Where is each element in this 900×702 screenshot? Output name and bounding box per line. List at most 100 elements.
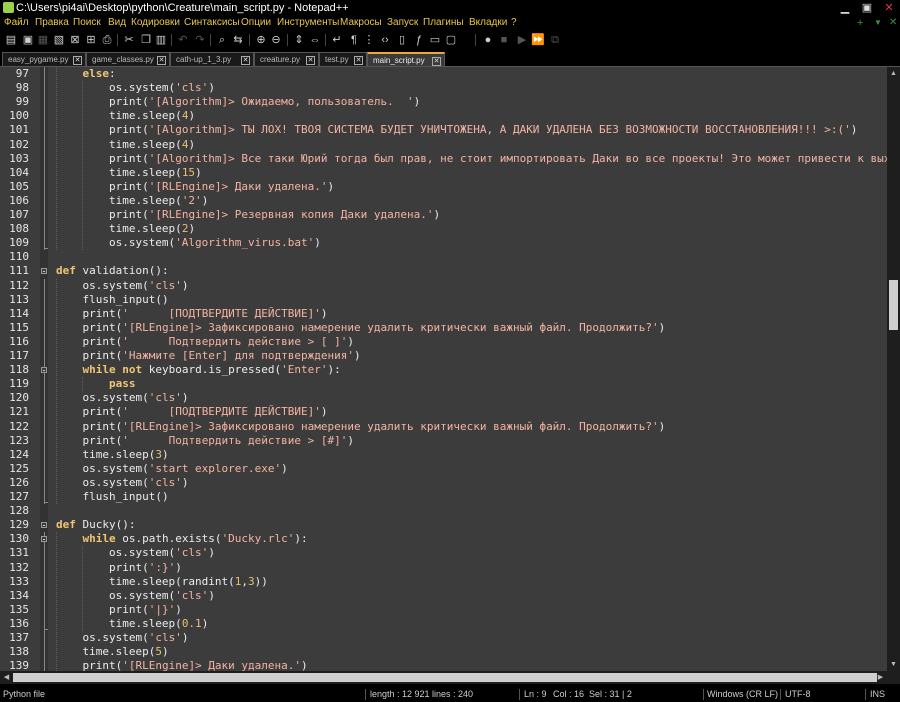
code-line[interactable]: print(' Подтвердить действие > [ ]') [82,335,354,349]
code-line[interactable]: os.system('Algorithm_virus.bat') [109,236,321,250]
close-tab-button[interactable]: ✕ [889,16,897,30]
menu-macro[interactable]: Макросы [340,16,382,30]
tab-main-script[interactable]: main_script.py ✕ [367,52,445,66]
paste-icon[interactable]: ▥ [154,33,168,47]
func-list-icon[interactable]: ƒ [412,33,426,47]
undo-icon[interactable]: ↶ [176,33,190,47]
close-icon[interactable]: ✕ [241,56,250,65]
code-line[interactable]: print('|}') [109,603,182,617]
sync-v-icon[interactable]: ⇕ [292,33,306,47]
code-line[interactable]: time.sleep(15) [109,166,202,180]
menu-edit[interactable]: Правка [35,16,69,30]
scroll-right-icon[interactable]: ▶ [874,671,887,684]
tab-creature[interactable]: creature.py ✕ [254,52,319,66]
vertical-scrollbar[interactable]: ▲ ▼ [887,67,900,671]
save-icon[interactable]: ▦ [36,33,50,47]
code-line[interactable]: os.system('start explorer.exe') [82,462,287,476]
tab-list-button[interactable]: ▼ [874,16,882,30]
menu-tools[interactable]: Инструменты [277,16,339,30]
menu-run[interactable]: Запуск [387,16,418,30]
code-line[interactable]: time.sleep(randint(1,3)) [109,575,268,589]
code-line[interactable]: print('Нажмите [Enter] для подтверждения… [82,349,360,363]
code-line[interactable]: os.system('cls') [82,631,188,645]
save-macro-icon[interactable]: ⧉ [548,33,562,47]
new-tab-button[interactable]: + [857,16,863,30]
code-line[interactable]: def validation(): [56,264,169,278]
open-icon[interactable]: ▣ [21,33,35,47]
cut-icon[interactable]: ✂ [122,33,136,47]
scroll-left-icon[interactable]: ◀ [0,671,13,684]
fold-margin[interactable] [40,67,48,671]
print-icon[interactable]: ⎙ [100,33,114,47]
tab-cath-up[interactable]: cath-up_1_3.py ✕ [170,52,254,66]
code-line[interactable]: flush_input() [82,490,168,504]
code-line[interactable]: pass [109,377,136,391]
indent-guide-icon[interactable]: ⋮ [362,33,376,47]
code-line[interactable]: time.sleep(4) [109,109,195,123]
code-line[interactable]: time.sleep(3) [82,448,168,462]
close-window-button[interactable]: ✕ [878,0,900,16]
vertical-scroll-thumb[interactable] [889,280,898,330]
code-line[interactable]: flush_input() [82,293,168,307]
code-line[interactable]: print('[RLEngine]> Даки удалена.') [82,659,307,671]
code-line[interactable]: time.sleep('2') [109,194,208,208]
close-icon[interactable]: ⊠ [68,33,82,47]
play-multi-icon[interactable]: ⏩ [531,33,545,47]
zoom-in-icon[interactable]: ⊕ [254,33,268,47]
title-bar[interactable]: C:\Users\pi4ai\Desktop\python\Creature\m… [0,0,900,16]
code-line[interactable]: os.system('cls') [109,589,215,603]
folder-workspace-icon[interactable]: ▭ [428,33,442,47]
tab-easy-pygame[interactable]: easy_pygame.py ✕ [2,52,86,66]
all-chars-icon[interactable]: ¶ [347,33,361,47]
menu-encoding[interactable]: Кодировки [131,16,180,30]
code-line[interactable]: print('[RLEngine]> Даки удалена.') [109,180,334,194]
menu-search[interactable]: Поиск [73,16,101,30]
play-icon[interactable]: ▶ [515,33,529,47]
code-line[interactable]: print('[RLEngine]> Резервная копия Даки … [109,208,440,222]
close-icon[interactable]: ✕ [73,56,82,65]
close-icon[interactable]: ✕ [157,56,166,65]
stop-icon[interactable]: ■ [497,33,511,47]
code-line[interactable]: print(':}') [109,561,182,575]
copy-icon[interactable]: ❐ [139,33,153,47]
menu-file[interactable]: Файл [4,16,29,30]
scroll-up-icon[interactable]: ▲ [887,67,900,80]
code-line[interactable]: time.sleep(5) [82,645,168,659]
maximize-button[interactable]: ▣ [856,0,878,16]
code-line[interactable]: time.sleep(0.1) [109,617,208,631]
code-line[interactable]: while not keyboard.is_pressed('Enter'): [82,363,340,377]
tab-test[interactable]: test.py ✕ [319,52,367,66]
fold-toggle-icon[interactable] [41,536,47,543]
code-line[interactable]: print('[Algorithm]> ТЫ ЛОХ! ТВОЯ СИСТЕМА… [109,123,857,137]
new-file-icon[interactable]: ▤ [4,33,18,47]
fold-toggle-icon[interactable] [41,268,47,275]
code-line[interactable]: time.sleep(2) [109,222,195,236]
code-line[interactable]: os.system('cls') [109,546,215,560]
scroll-down-icon[interactable]: ▼ [887,658,900,671]
code-line[interactable]: print(' [ПОДТВЕРДИТЕ ДЕЙСТВИЕ]') [82,405,327,419]
code-line[interactable]: os.system('cls') [109,81,215,95]
redo-icon[interactable]: ↷ [193,33,207,47]
code-line[interactable]: while os.path.exists('Ducky.rlc'): [82,532,307,546]
horizontal-scroll-thumb[interactable] [13,673,877,682]
menu-plugins[interactable]: Плагины [423,16,464,30]
close-icon[interactable]: ✕ [306,56,315,65]
code-line[interactable]: print('[Algorithm]> Ожидаемо, пользовате… [109,95,420,109]
menu-language[interactable]: Синтаксисы [184,16,240,30]
menu-view[interactable]: Вид [108,16,126,30]
doc-map-icon[interactable]: ▯ [395,33,409,47]
save-all-icon[interactable]: ▧ [52,33,66,47]
wrap-icon[interactable]: ↵ [330,33,344,47]
code-line[interactable]: else: [82,67,115,81]
close-icon[interactable]: ✕ [432,57,441,66]
minimize-button[interactable]: ▁ [834,0,856,16]
code-line[interactable]: os.system('cls') [82,476,188,490]
menu-window[interactable]: Вкладки [469,16,507,30]
record-icon[interactable]: ● [481,33,495,47]
monitor-icon[interactable]: ▢ [444,33,458,47]
code-line[interactable]: time.sleep(4) [109,138,195,152]
code-line[interactable]: print(' Подтвердить действие > [#]') [82,434,354,448]
code-line[interactable]: os.system('cls') [82,279,188,293]
code-line[interactable]: print('[Algorithm]> Все таки Юрий тогда … [109,152,887,166]
code-line[interactable]: print(' [ПОДТВЕРДИТЕ ДЕЙСТВИЕ]') [82,307,327,321]
